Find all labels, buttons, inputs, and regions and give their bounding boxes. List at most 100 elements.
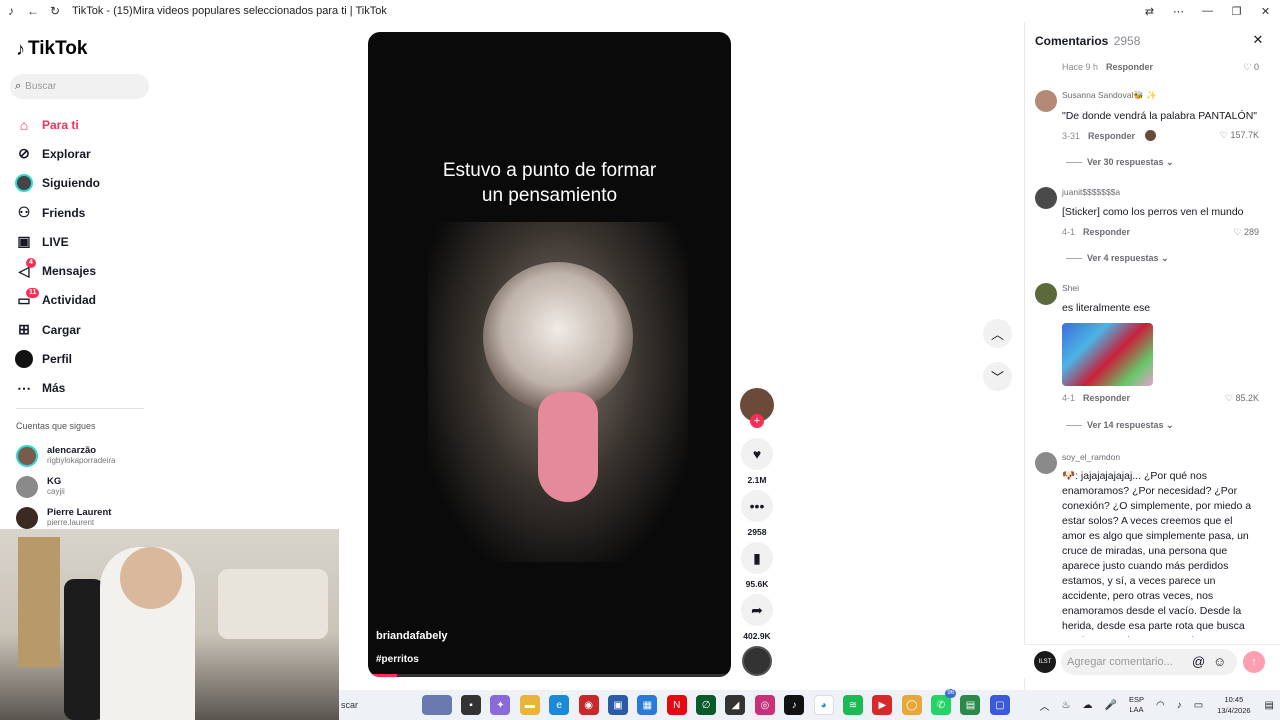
reply-button[interactable]: Responder bbox=[1088, 131, 1135, 141]
tray-app-icon[interactable]: ♨ bbox=[1062, 700, 1071, 711]
chrome-icon[interactable]: ◕ bbox=[813, 695, 834, 715]
avatar[interactable] bbox=[1035, 283, 1057, 305]
save-button[interactable]: ▮ bbox=[741, 542, 773, 574]
tiktok-logo[interactable]: ♪ TikTok bbox=[16, 38, 87, 60]
view-replies-button[interactable]: Ver 14 respuestas ⌄ bbox=[1066, 420, 1174, 431]
video-author[interactable]: briandafabely bbox=[376, 630, 448, 642]
task-view-icon[interactable]: ▪ bbox=[461, 695, 482, 715]
avatar[interactable] bbox=[1035, 452, 1057, 474]
app-yellow-icon[interactable]: ◯ bbox=[901, 695, 922, 715]
previous-video-button[interactable]: ︿ bbox=[983, 319, 1012, 348]
comment-button[interactable]: ••• bbox=[741, 490, 773, 522]
app-blue-icon[interactable]: ▢ bbox=[989, 695, 1010, 715]
menu-dots-icon[interactable]: ⋯ bbox=[1164, 5, 1193, 18]
comment-user[interactable]: Shei bbox=[1062, 283, 1079, 293]
copilot-icon[interactable]: ✦ bbox=[490, 695, 511, 715]
video-player[interactable]: Estuvo a punto de formar un pensamiento … bbox=[368, 32, 731, 677]
back-icon[interactable]: ← bbox=[22, 4, 44, 18]
comment-user[interactable]: soy_el_ramdon bbox=[1062, 452, 1120, 462]
comment-input[interactable]: Agregar comentario... bbox=[1061, 649, 1237, 675]
volume-icon[interactable]: ♪ bbox=[1177, 700, 1182, 711]
avatar[interactable] bbox=[1035, 187, 1057, 209]
wifi-icon[interactable]: ◠ bbox=[1156, 700, 1165, 711]
app-teal-icon[interactable]: ▤ bbox=[960, 695, 981, 715]
send-comment-button[interactable]: ↑ bbox=[1243, 651, 1265, 673]
view-replies-button[interactable]: Ver 30 respuestas ⌄ bbox=[1066, 157, 1174, 168]
notification-icon[interactable]: ▤ bbox=[1265, 700, 1274, 711]
follow-plus-icon[interactable]: + bbox=[750, 414, 764, 428]
nav-item-explorar[interactable]: ⊘ Explorar bbox=[14, 139, 100, 168]
microphone-icon[interactable]: 🎤 bbox=[1105, 700, 1117, 711]
onedrive-icon[interactable]: ☁ bbox=[1083, 700, 1093, 711]
reply-button[interactable]: Responder bbox=[1083, 227, 1130, 237]
spotify-icon[interactable]: ≋ bbox=[842, 695, 863, 715]
comment-sticker-image[interactable] bbox=[1062, 323, 1153, 386]
taskbar-search[interactable]: scar bbox=[339, 700, 409, 710]
video-progress-bar[interactable] bbox=[368, 674, 731, 677]
minimize-icon[interactable]: — bbox=[1193, 5, 1222, 17]
search-input[interactable]: ⌕ Buscar bbox=[10, 74, 149, 99]
edge-icon[interactable]: e bbox=[549, 695, 570, 715]
nav-item-mas[interactable]: ⋯ Más bbox=[14, 374, 100, 403]
app-green-icon[interactable]: ∅ bbox=[696, 695, 717, 715]
comment-user[interactable]: Susanna Sandoval🐝 ✨ bbox=[1062, 90, 1157, 101]
reply-button[interactable]: Responder bbox=[1083, 393, 1130, 403]
battery-icon[interactable]: ▭ bbox=[1194, 700, 1203, 711]
next-video-button[interactable]: ﹀ bbox=[983, 362, 1012, 391]
comment-like[interactable]: ♡ 157.7K bbox=[1220, 130, 1259, 141]
nav-item-siguiendo[interactable]: Siguiendo bbox=[14, 169, 100, 198]
user-avatar[interactable]: ILST bbox=[1034, 651, 1056, 673]
window-close-icon[interactable]: ✕ bbox=[1251, 5, 1280, 18]
reply-button[interactable]: Responder bbox=[1106, 62, 1153, 72]
app-shield-icon[interactable]: ▣ bbox=[607, 695, 628, 715]
nav-item-perfil[interactable]: Perfil bbox=[14, 344, 100, 373]
translate-icon[interactable]: ⇄ bbox=[1135, 5, 1164, 18]
whatsapp-icon[interactable]: ✆ 96 bbox=[931, 689, 957, 715]
comment-item: Shei es literalmente ese 4-1 Responder ♡… bbox=[1035, 283, 1271, 433]
nav-label: Perfil bbox=[42, 352, 73, 367]
following-item[interactable]: alencarzão rigbylokaporradeira bbox=[16, 440, 115, 471]
app-red-play-icon[interactable]: ▶ bbox=[872, 695, 893, 715]
mention-icon[interactable]: @ bbox=[1192, 649, 1205, 675]
comment-meta-row: Hace 9 h Responder ♡ 0 bbox=[1035, 60, 1271, 76]
video-hashtag[interactable]: #perritos bbox=[376, 654, 419, 665]
nav-item-para-ti[interactable]: ⌂ Para ti bbox=[14, 110, 100, 139]
following-name: KG bbox=[47, 476, 62, 487]
netflix-icon[interactable]: N bbox=[666, 695, 687, 715]
music-disc-icon[interactable] bbox=[742, 646, 772, 676]
comment-user[interactable]: juanit$$$$$$$a bbox=[1062, 187, 1120, 197]
nav-label: Más bbox=[42, 381, 66, 396]
comments-close-button[interactable]: ✕ bbox=[1249, 32, 1267, 50]
nav-item-live[interactable]: ▣ LIVE bbox=[14, 227, 100, 256]
tiktok-icon[interactable]: ♪ bbox=[784, 695, 805, 715]
like-count: 289 bbox=[1243, 227, 1259, 237]
nav-item-cargar[interactable]: ⊞ Cargar bbox=[14, 315, 100, 344]
like-button[interactable]: ♥ bbox=[741, 438, 773, 470]
reload-icon[interactable]: ↻ bbox=[44, 4, 66, 18]
following-item[interactable]: KG cayjii bbox=[16, 471, 115, 502]
video-progress-fill bbox=[368, 674, 398, 677]
app-red-icon[interactable]: ◉ bbox=[578, 695, 599, 715]
taskbar-widget-icon[interactable] bbox=[421, 695, 452, 715]
app-dark-icon[interactable]: ◢ bbox=[725, 695, 746, 715]
nav-item-actividad[interactable]: ▭ 11 Actividad bbox=[14, 286, 100, 315]
emoji-icon[interactable]: ☺ bbox=[1213, 649, 1226, 675]
share-button[interactable]: ➦ bbox=[741, 594, 773, 626]
nav-item-mensajes[interactable]: ◁ 4 Mensajes bbox=[14, 256, 100, 285]
view-replies-button[interactable]: Ver 4 respuestas ⌄ bbox=[1066, 253, 1169, 264]
video-caption-line1: Estuvo a punto de formar bbox=[442, 160, 657, 181]
instagram-icon[interactable]: ◎ bbox=[754, 695, 775, 715]
comment-like[interactable]: ♡ 289 bbox=[1233, 227, 1259, 238]
creator-avatar[interactable]: + bbox=[740, 388, 774, 428]
share-count: 402.9K bbox=[743, 631, 771, 641]
file-explorer-icon[interactable]: ▬ bbox=[519, 695, 540, 715]
avatar[interactable] bbox=[1035, 90, 1057, 112]
language-indicator[interactable]: ESP LAA bbox=[1129, 695, 1144, 715]
comment-like[interactable]: ♡ 0 bbox=[1243, 62, 1259, 73]
clock[interactable]: 10:45 13/4/2026 bbox=[1217, 694, 1250, 716]
comment-like[interactable]: ♡ 85.2K bbox=[1225, 393, 1259, 404]
store-icon[interactable]: ▦ bbox=[637, 695, 658, 715]
tray-chevron-icon[interactable]: ︿ bbox=[1040, 698, 1050, 713]
nav-item-friends[interactable]: ⚇ Friends bbox=[14, 198, 100, 227]
restore-icon[interactable]: ❐ bbox=[1222, 5, 1251, 18]
